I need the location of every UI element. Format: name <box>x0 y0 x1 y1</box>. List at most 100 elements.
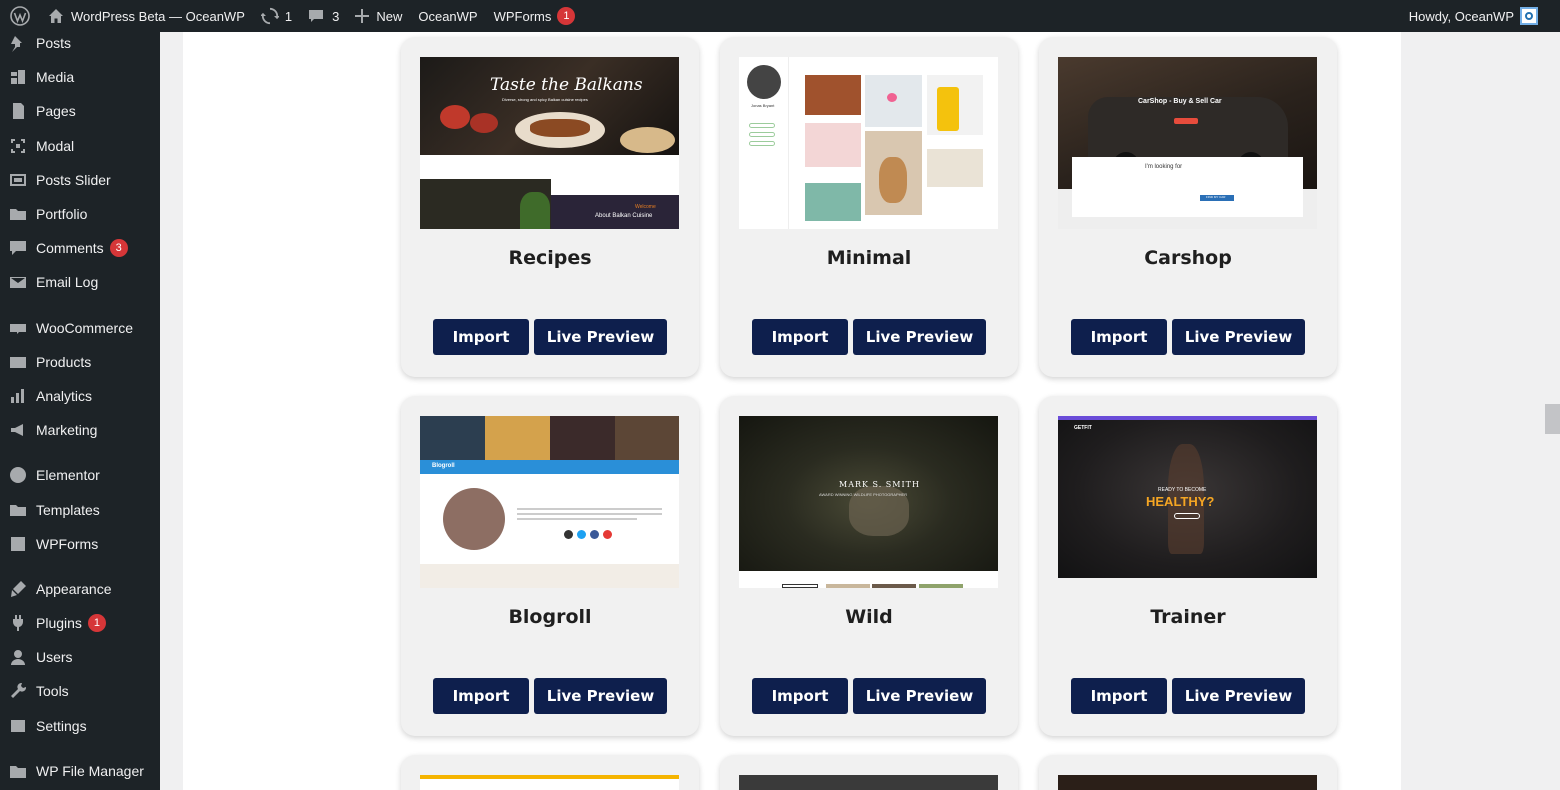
live-preview-button[interactable]: Live Preview <box>1172 678 1305 714</box>
site-name: WordPress Beta — OceanWP <box>71 8 245 24</box>
wpforms-link[interactable]: WPForms 1 <box>486 0 584 32</box>
import-button[interactable]: Import <box>752 678 848 714</box>
thumb-search-label: I'm looking for <box>1145 164 1183 170</box>
demo-thumbnail: Taste the Balkans Diverse, strong and sp… <box>420 57 679 229</box>
sidebar-item-email-log[interactable]: Email Log <box>0 265 160 299</box>
settings-icon <box>0 717 36 735</box>
media-icon <box>0 68 36 86</box>
thumb-heading: CarShop - Buy & Sell Car <box>1138 98 1222 105</box>
account-menu[interactable]: Howdy, OceanWP <box>1409 7 1560 25</box>
sidebar-item-label: Posts <box>36 35 72 51</box>
sidebar-item-products[interactable]: Products <box>0 345 160 379</box>
live-preview-button[interactable]: Live Preview <box>1172 319 1305 355</box>
live-preview-button[interactable]: Live Preview <box>853 319 986 355</box>
forms-icon <box>0 535 36 553</box>
sidebar-item-woocommerce[interactable]: WooCommerce <box>0 311 160 345</box>
plugin-icon <box>0 614 36 632</box>
thumb-heading: HEALTHY? <box>1146 494 1215 509</box>
sidebar-item-portfolio[interactable]: Portfolio <box>0 197 160 231</box>
live-preview-button[interactable]: Live Preview <box>534 678 667 714</box>
live-preview-button[interactable]: Live Preview <box>534 319 667 355</box>
thumb-logo: Blogroll <box>432 463 455 469</box>
thumb-subheading: AWARD WINNING WILDLIFE PHOTOGRAPHER <box>819 492 908 497</box>
sidebar-item-badge: 3 <box>109 239 128 257</box>
folder-icon <box>0 501 36 519</box>
email-icon <box>0 273 36 291</box>
thumb-logo: GETFIT <box>1074 425 1092 431</box>
sidebar-item-label: Products <box>36 354 92 370</box>
sidebar-item-elementor[interactable]: Elementor <box>0 458 160 492</box>
demo-card: Taste the Balkans Diverse, strong and sp… <box>401 37 699 377</box>
sidebar-item-media[interactable]: Media <box>0 60 160 94</box>
woo-icon <box>0 319 36 337</box>
sidebar-item-wpforms[interactable]: WPForms <box>0 527 160 561</box>
demo-title: Trainer <box>1150 606 1226 628</box>
sidebar-item-pages[interactable]: Pages <box>0 94 160 128</box>
import-button[interactable]: Import <box>433 319 529 355</box>
comments-link[interactable]: 3 <box>300 0 347 32</box>
scrollbar-thumb[interactable] <box>1545 404 1560 434</box>
theme-link[interactable]: OceanWP <box>410 0 485 32</box>
sidebar-item-label: Comments <box>36 240 104 256</box>
import-button[interactable]: Import <box>1071 319 1167 355</box>
plus-icon <box>355 9 370 23</box>
import-button[interactable]: Import <box>752 319 848 355</box>
sidebar-item-label: Pages <box>36 103 76 119</box>
demo-thumbnail: MARK S. SMITH AWARD WINNING WILDLIFE PHO… <box>739 416 998 588</box>
sidebar-item-plugins[interactable]: Plugins 1 <box>0 606 160 640</box>
avatar <box>1520 7 1538 25</box>
demo-title: Recipes <box>508 247 592 269</box>
sidebar-item-label: Settings <box>36 718 87 734</box>
demo-thumbnail: Jonas Bryant <box>739 57 998 229</box>
sidebar-item-comments[interactable]: Comments 3 <box>0 231 160 265</box>
demo-card: Blogroll Blogroll Import Live Preview <box>401 396 699 736</box>
megaphone-icon <box>0 421 36 439</box>
sidebar-item-label: Plugins <box>36 615 82 631</box>
sidebar-item-badge: 1 <box>87 614 106 632</box>
updates-icon <box>260 7 279 25</box>
sidebar-item-label: Analytics <box>36 388 93 404</box>
import-button[interactable]: Import <box>433 678 529 714</box>
sidebar-item-settings[interactable]: Settings <box>0 709 160 743</box>
sidebar-item-appearance[interactable]: Appearance <box>0 572 160 606</box>
demo-card: MARK S. SMITH AWARD WINNING WILDLIFE PHO… <box>720 396 1018 736</box>
sidebar-item-analytics[interactable]: Analytics <box>0 379 160 413</box>
new-label: New <box>376 8 403 24</box>
howdy-text: Howdy, OceanWP <box>1408 8 1514 24</box>
sidebar-item-modal[interactable]: Modal <box>0 129 160 163</box>
thumb-subheading: READY TO BECOME <box>1158 487 1207 493</box>
sidebar-item-label: WP File Manager <box>36 763 144 779</box>
updates-count: 1 <box>284 8 293 24</box>
sidebar-item-label: Tools <box>36 683 69 699</box>
sidebar-item-label: Posts Slider <box>36 172 111 188</box>
thumb-subheading: Diverse, strong and spicy Balkan cuisine… <box>502 97 588 102</box>
admin-bar: WordPress Beta — OceanWP 1 3 New OceanWP… <box>0 0 1560 32</box>
new-content-link[interactable]: New <box>347 0 410 32</box>
sidebar-item-label: Marketing <box>36 422 98 438</box>
pin-icon <box>0 34 36 52</box>
import-button[interactable]: Import <box>1071 678 1167 714</box>
updates-link[interactable]: 1 <box>253 0 300 32</box>
wpforms-label: WPForms <box>493 8 552 24</box>
wpforms-badge: 1 <box>557 7 576 25</box>
demo-title: Wild <box>845 606 893 628</box>
sidebar-item-posts-slider[interactable]: Posts Slider <box>0 163 160 197</box>
sidebar-item-users[interactable]: Users <box>0 640 160 674</box>
demo-card: GETFIT READY TO BECOME HEALTHY? Trainer … <box>1039 396 1337 736</box>
demo-thumbnail <box>739 775 998 790</box>
sidebar-item-posts[interactable]: Posts <box>0 26 160 60</box>
sidebar-item-label: Users <box>36 649 73 665</box>
sidebar-item-wp-file-manager[interactable]: WP File Manager <box>0 754 160 788</box>
live-preview-button[interactable]: Live Preview <box>853 678 986 714</box>
thumb-heading: Taste the Balkans <box>490 75 643 95</box>
sidebar-item-label: Email Log <box>36 274 99 290</box>
sidebar-item-templates[interactable]: Templates <box>0 493 160 527</box>
sidebar-item-marketing[interactable]: Marketing <box>0 413 160 447</box>
folder-icon <box>0 205 36 223</box>
demo-card-partial <box>1039 755 1337 790</box>
pages-icon <box>0 102 36 120</box>
sidebar-item-tools[interactable]: Tools <box>0 674 160 708</box>
demo-thumbnail: Blogroll <box>420 416 679 588</box>
sidebar-item-label: Templates <box>36 502 100 518</box>
demo-title: Blogroll <box>508 606 592 628</box>
